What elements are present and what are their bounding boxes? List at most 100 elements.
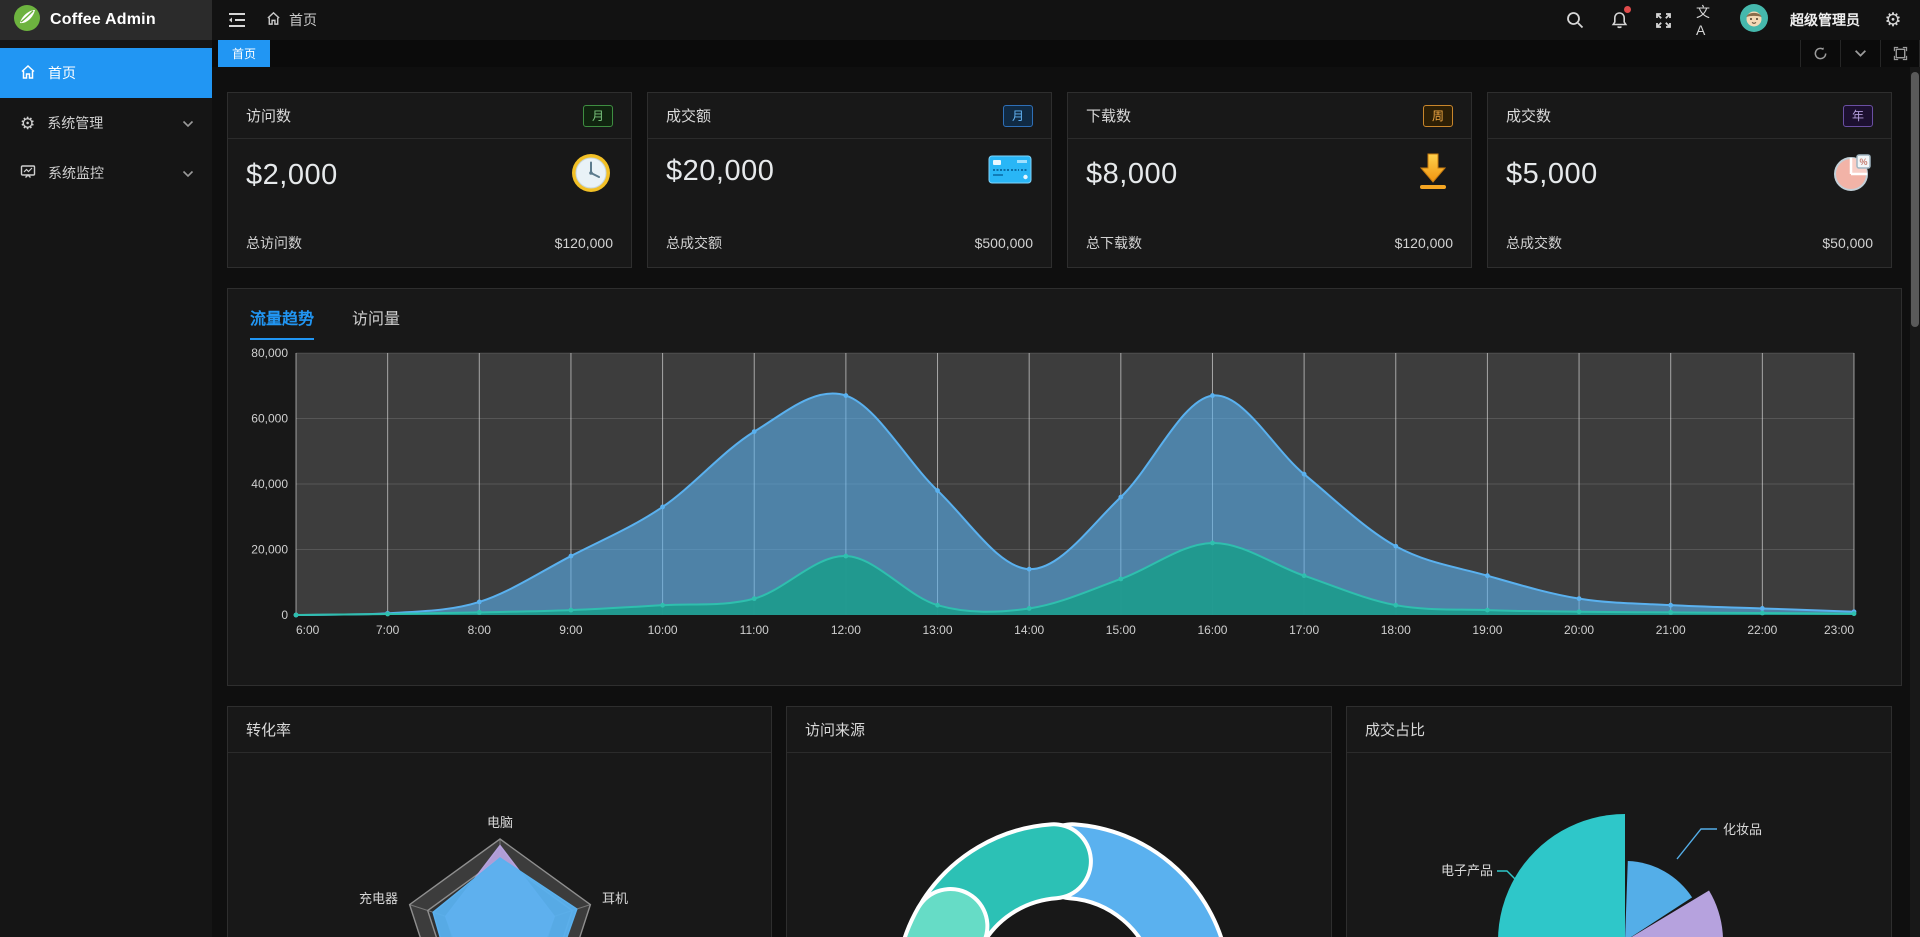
sidebar-item-label: 首页 bbox=[48, 63, 76, 83]
chevron-down-icon bbox=[182, 165, 194, 181]
series-teal-marker bbox=[843, 554, 848, 559]
sidebar-item-system-management[interactable]: ⚙ 系统管理 bbox=[0, 98, 212, 148]
x-axis-label: 12:00 bbox=[831, 623, 861, 637]
translate-icon[interactable]: 文A bbox=[1696, 9, 1718, 31]
notification-dot bbox=[1624, 6, 1631, 13]
series-teal-marker bbox=[752, 596, 757, 601]
series-teal-marker bbox=[569, 608, 574, 613]
x-axis-label: 21:00 bbox=[1656, 623, 1686, 637]
scrollbar-thumb[interactable] bbox=[1911, 72, 1919, 327]
stat-card-title: 下载数 bbox=[1086, 105, 1131, 126]
x-axis-label: 18:00 bbox=[1381, 623, 1411, 637]
topbar-left: 首页 bbox=[212, 9, 1564, 31]
username[interactable]: 超级管理员 bbox=[1790, 10, 1860, 30]
stat-card-title: 成交额 bbox=[666, 105, 711, 126]
radar-label: 电脑 bbox=[487, 815, 513, 830]
sidebar-item-system-monitor[interactable]: 系统监控 bbox=[0, 148, 212, 198]
tab-visits[interactable]: 访问量 bbox=[352, 305, 400, 340]
svg-text:%: % bbox=[1859, 157, 1867, 167]
x-axis-label: 14:00 bbox=[1014, 623, 1044, 637]
series-blue-polygon bbox=[433, 858, 577, 937]
series-blue-marker bbox=[1302, 472, 1307, 477]
topbar-right: 文A 超级管理员 ⚙ bbox=[1564, 4, 1920, 37]
series-blue-marker bbox=[843, 393, 848, 398]
series-teal-marker bbox=[1118, 577, 1123, 582]
breadcrumb[interactable]: 首页 bbox=[266, 10, 317, 30]
series-teal-marker bbox=[1027, 606, 1032, 611]
stat-footer-value: $500,000 bbox=[975, 235, 1033, 251]
radar-label: 充电器 bbox=[359, 891, 398, 906]
y-axis-label: 20,000 bbox=[251, 543, 288, 557]
series-blue-marker bbox=[1485, 573, 1490, 578]
y-axis-label: 40,000 bbox=[251, 477, 288, 491]
series-blue-marker bbox=[1393, 544, 1398, 549]
series-blue-marker bbox=[569, 554, 574, 559]
series-teal-marker bbox=[935, 603, 940, 608]
series-blue-marker bbox=[1118, 495, 1123, 500]
gear-icon[interactable]: ⚙ bbox=[1882, 9, 1904, 31]
visit-source-card: 访问来源 bbox=[786, 706, 1332, 937]
period-badge: 年 bbox=[1843, 105, 1873, 127]
label-line bbox=[1677, 829, 1717, 859]
x-axis-label: 10:00 bbox=[648, 623, 678, 637]
x-axis-label: 16:00 bbox=[1197, 623, 1227, 637]
x-axis-label: 15:00 bbox=[1106, 623, 1136, 637]
stat-card-title: 成交数 bbox=[1506, 105, 1551, 126]
tab-home[interactable]: 首页 bbox=[218, 40, 270, 67]
stat-card-deals: 成交数 年 $5,000 % 总成交数 $50,000 bbox=[1487, 92, 1892, 268]
home-icon bbox=[20, 64, 36, 83]
chevron-down-icon[interactable] bbox=[1840, 40, 1880, 67]
maximize-icon[interactable] bbox=[1880, 40, 1920, 67]
card-title: 成交占比 bbox=[1365, 719, 1425, 740]
sidebar-item-home[interactable]: 首页 bbox=[0, 48, 212, 98]
visit-source-donut-chart bbox=[787, 753, 1331, 937]
stat-footer-label: 总下载数 bbox=[1086, 233, 1142, 253]
series-teal-marker bbox=[477, 610, 482, 615]
x-axis-label: 9:00 bbox=[559, 623, 583, 637]
stat-footer-label: 总成交数 bbox=[1506, 233, 1562, 253]
pie-icon: % bbox=[1831, 151, 1873, 198]
card-title: 转化率 bbox=[246, 719, 291, 740]
coffee-admin-dashboard: Coffee Admin 首页 bbox=[0, 0, 1920, 937]
sidebar-item-label: 系统管理 bbox=[47, 113, 103, 133]
sidebar: 首页 ⚙ 系统管理 系统监控 bbox=[0, 40, 212, 937]
scrollbar[interactable] bbox=[1910, 67, 1920, 937]
series-blue-marker bbox=[477, 600, 482, 605]
stat-value: $2,000 bbox=[246, 159, 338, 192]
conversion-card: 转化率 电脑充电器 耳机 bbox=[227, 706, 772, 937]
x-axis-label: 6:00 bbox=[296, 623, 320, 637]
series-teal-marker bbox=[1485, 608, 1490, 613]
period-badge: 周 bbox=[1423, 105, 1453, 127]
home-icon bbox=[266, 11, 281, 29]
pie-label: 化妆品 bbox=[1723, 822, 1762, 837]
stat-value: $20,000 bbox=[666, 155, 774, 188]
collapse-menu-icon[interactable] bbox=[226, 9, 248, 31]
stat-card-row: 访问数 月 $2,000 总访问数 $120,000 bbox=[227, 92, 1910, 268]
deal-share-pie-chart: 化妆品电子产品 bbox=[1347, 753, 1891, 937]
x-axis-label: 8:00 bbox=[468, 623, 492, 637]
tab-traffic-trend[interactable]: 流量趋势 bbox=[250, 305, 314, 340]
radar-label: 耳机 bbox=[602, 891, 628, 906]
bell-icon[interactable] bbox=[1608, 9, 1630, 31]
x-axis-label: 20:00 bbox=[1564, 623, 1594, 637]
fullscreen-icon[interactable] bbox=[1652, 9, 1674, 31]
bottom-card-row: 转化率 电脑充电器 耳机 访问来源 成交占比 化妆品电子产品 bbox=[227, 706, 1910, 937]
conversion-radar-chart: 电脑充电器 耳机 bbox=[228, 753, 771, 937]
coffee-admin-logo-icon bbox=[14, 5, 40, 36]
logo-area[interactable]: Coffee Admin bbox=[0, 0, 212, 40]
stat-footer-value: $120,000 bbox=[555, 235, 613, 251]
avatar[interactable] bbox=[1740, 4, 1768, 37]
chevron-down-icon bbox=[182, 115, 194, 131]
stat-value: $5,000 bbox=[1506, 158, 1598, 191]
series-teal-marker bbox=[1760, 611, 1765, 616]
refresh-icon[interactable] bbox=[1800, 40, 1840, 67]
series-blue-marker bbox=[935, 488, 940, 493]
trend-tabs: 流量趋势 访问量 bbox=[228, 289, 1901, 340]
trend-card: 流量趋势 访问量 020,00040,00060,00080,0006:007:… bbox=[227, 288, 1902, 686]
x-axis-label: 7:00 bbox=[376, 623, 400, 637]
deal-share-card: 成交占比 化妆品电子产品 bbox=[1346, 706, 1892, 937]
series-teal-marker bbox=[1302, 573, 1307, 578]
series-blue-marker bbox=[1577, 596, 1582, 601]
search-icon[interactable] bbox=[1564, 9, 1586, 31]
x-axis-label: 22:00 bbox=[1747, 623, 1777, 637]
